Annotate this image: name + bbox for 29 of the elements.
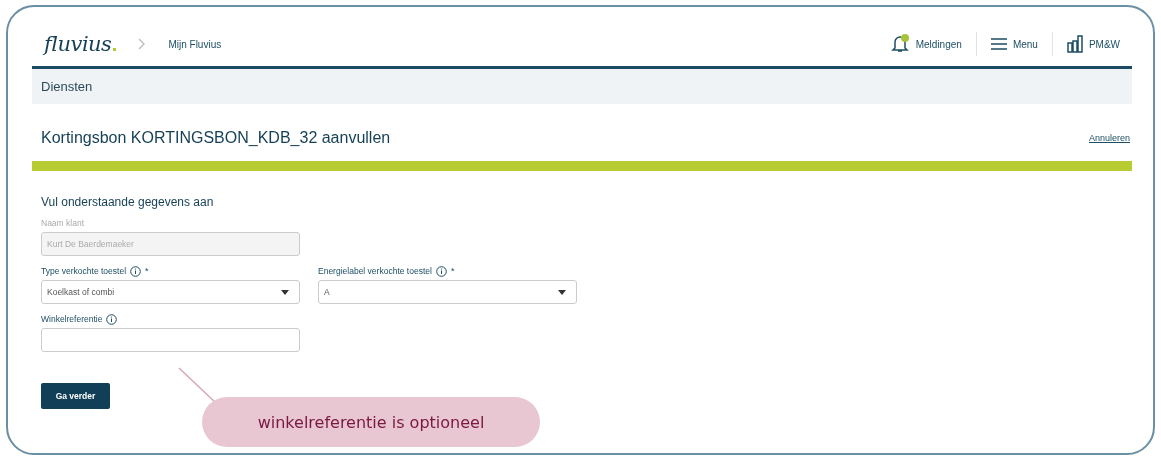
header-link[interactable]: PM&W [1088, 38, 1120, 50]
header-link[interactable]: Meldingen [915, 38, 962, 50]
required-mark: * [145, 266, 149, 276]
form-heading: Vul onderstaande gegevens aan [41, 195, 215, 209]
page-title: Kortingsbon KORTINGSBON_KDB_32 aanvullen [41, 129, 391, 147]
logo[interactable]: fluvius [44, 32, 117, 56]
required-mark: * [450, 266, 455, 276]
field-label: Type verkochte toestel [41, 266, 127, 276]
menu-icon[interactable] [990, 38, 1007, 50]
header-link[interactable]: Menu [1012, 38, 1038, 50]
input-field[interactable] [41, 328, 300, 352]
cancel-link[interactable]: Annuleren [1088, 133, 1130, 143]
field-label: Naam klant [41, 218, 84, 228]
select-field[interactable]: A [318, 280, 577, 304]
chevron-icon [138, 38, 147, 50]
building-icon[interactable] [1066, 35, 1083, 53]
field-label: Energielabel verkochte toestel [318, 266, 432, 276]
bell-icon[interactable] [889, 34, 910, 54]
caret-icon [558, 289, 566, 295]
select-field[interactable]: Koelkast of combi [41, 280, 300, 304]
info-icon[interactable] [130, 265, 142, 277]
field-label: Winkelreferentie [41, 314, 103, 324]
callout: winkelreferentie is optioneel [202, 397, 540, 447]
info-icon[interactable] [435, 265, 447, 277]
caret-icon [281, 289, 289, 295]
breadcrumb-link[interactable]: Mijn Fluvius [168, 38, 222, 50]
continue-button[interactable]: Ga verder [41, 383, 110, 409]
section-title: Diensten [41, 79, 93, 94]
info-icon[interactable] [106, 313, 118, 325]
